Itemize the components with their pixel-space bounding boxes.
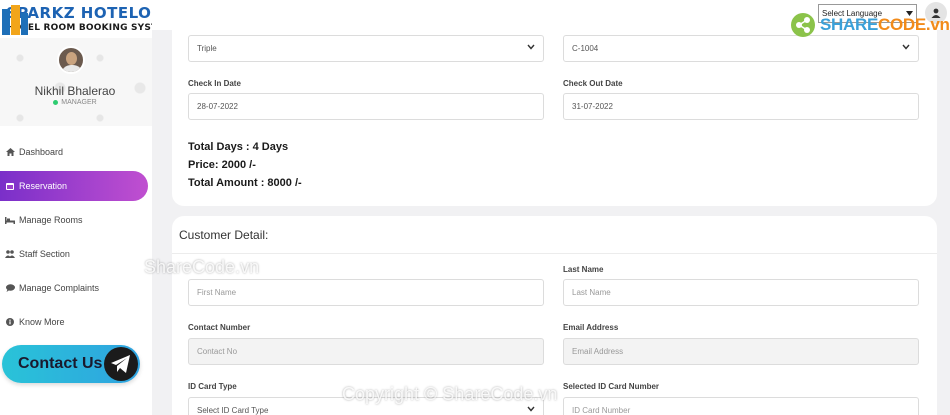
- sidebar-item-dashboard[interactable]: Dashboard: [0, 135, 152, 169]
- brand-title: SPARKZ HOTELO: [6, 3, 152, 22]
- last-name-label: Last Name: [563, 265, 604, 274]
- first-name-placeholder: First Name: [197, 288, 237, 297]
- total-days-text: Total Days : 4 Days: [188, 141, 289, 153]
- sharecode-logo-icon: [791, 13, 815, 37]
- online-status-icon: [53, 99, 59, 105]
- id-card-type-value: Select ID Card Type: [197, 406, 269, 415]
- sidebar: SPARKZ HOTELO HOTEL ROOM BOOKING SYST Ni…: [0, 0, 157, 415]
- id-card-number-field[interactable]: ID Card Number: [563, 397, 919, 415]
- avatar: [57, 46, 85, 74]
- chat-icon: [5, 283, 15, 293]
- brand-subtitle: HOTEL ROOM BOOKING SYST: [6, 22, 158, 33]
- sidebar-item-label: Manage Rooms: [19, 215, 83, 225]
- watermark-logo-text-a: SHARE: [820, 15, 879, 34]
- room-type-value: Triple: [197, 44, 217, 53]
- telegram-icon: [104, 347, 138, 381]
- users-icon: [5, 249, 15, 259]
- check-out-label: Check Out Date: [563, 79, 623, 88]
- first-name-field[interactable]: First Name: [188, 279, 544, 306]
- chevron-down-icon: [527, 406, 535, 412]
- sidebar-item-label: Reservation: [19, 181, 68, 191]
- contact-us-button[interactable]: Contact Us: [2, 345, 140, 383]
- contact-number-label: Contact Number: [188, 323, 251, 332]
- contact-number-field[interactable]: Contact No: [188, 338, 544, 365]
- sidebar-item-label: Know More: [19, 317, 65, 327]
- id-card-number-placeholder: ID Card Number: [572, 406, 631, 415]
- divider: [172, 253, 937, 254]
- last-name-placeholder: Last Name: [572, 288, 611, 297]
- email-address-label: Email Address: [563, 323, 619, 332]
- sidebar-item-label: Manage Complaints: [19, 283, 100, 293]
- copyright-watermark-text: Copyright © ShareCode.vn: [342, 384, 558, 404]
- contact-us-label: Contact Us: [18, 355, 103, 372]
- sidebar-nav: Dashboard Reservation Manage Rooms Staff…: [0, 135, 152, 339]
- id-card-number-label: Selected ID Card Number: [563, 382, 660, 391]
- dashboard-icon: [5, 147, 15, 157]
- calendar-icon: [5, 181, 15, 191]
- profile-role-label: MANAGER: [61, 99, 97, 106]
- contact-number-placeholder: Contact No: [197, 347, 238, 356]
- sidebar-item-manage-complaints[interactable]: Manage Complaints: [0, 271, 152, 305]
- sharecode-watermark-text: ShareCode.vn: [144, 257, 260, 277]
- check-out-date-field[interactable]: 31-07-2022: [563, 93, 919, 120]
- profile-panel: Nikhil Bhalerao MANAGER: [0, 38, 152, 126]
- sidebar-item-reservation[interactable]: Reservation: [0, 171, 148, 201]
- check-in-label: Check In Date: [188, 79, 241, 88]
- customer-detail-title: Customer Detail:: [179, 228, 269, 242]
- profile-role: MANAGER: [0, 99, 150, 106]
- room-number-value: C-1004: [572, 44, 599, 53]
- last-name-field[interactable]: Last Name: [563, 279, 919, 306]
- sidebar-item-label: Staff Section: [19, 249, 70, 259]
- room-type-select[interactable]: Triple: [188, 35, 544, 62]
- info-icon: [5, 317, 15, 327]
- sidebar-item-label: Dashboard: [19, 147, 64, 157]
- profile-name: Nikhil Bhalerao: [34, 84, 116, 98]
- total-amount-text: Total Amount : 8000 /-: [188, 177, 302, 189]
- check-in-date-field[interactable]: 28-07-2022: [188, 93, 544, 120]
- chevron-down-icon: [527, 44, 535, 50]
- sharecode-watermark-logo: SHARECODE.vn: [790, 10, 950, 40]
- sidebar-item-manage-rooms[interactable]: Manage Rooms: [0, 203, 152, 237]
- check-in-value: 28-07-2022: [197, 102, 238, 111]
- watermark-logo-text-b: CODE.vn: [878, 15, 950, 34]
- sidebar-item-know-more[interactable]: Know More: [0, 305, 152, 339]
- bed-icon: [5, 215, 15, 225]
- price-text: Price: 2000 /-: [188, 159, 256, 171]
- email-address-placeholder: Email Address: [572, 347, 624, 356]
- chevron-down-icon: [902, 44, 910, 50]
- brand-logo[interactable]: SPARKZ HOTELO HOTEL ROOM BOOKING SYST: [0, 0, 157, 38]
- check-out-value: 31-07-2022: [572, 102, 613, 111]
- email-address-field[interactable]: Email Address: [563, 338, 919, 365]
- id-card-type-label: ID Card Type: [188, 382, 237, 391]
- sidebar-item-staff-section[interactable]: Staff Section: [0, 237, 152, 271]
